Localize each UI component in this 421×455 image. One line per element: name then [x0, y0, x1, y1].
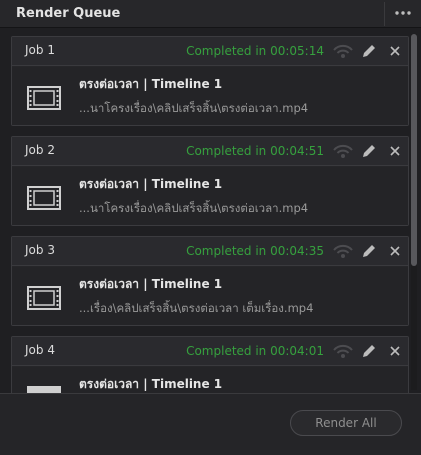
job-card[interactable]: Job 1 Completed in 00:05:14 ตรงต่อเวลา |… — [11, 36, 409, 126]
scrollbar-thumb[interactable] — [411, 34, 417, 266]
close-icon[interactable] — [389, 245, 401, 257]
job-card[interactable]: Job 2 Completed in 00:04:51 ตรงต่อเวลา |… — [11, 136, 409, 226]
remote-render-icon[interactable] — [332, 342, 354, 360]
job-body: ตรงต่อเวลา | Timeline 1 — [12, 367, 408, 393]
panel-footer: Render All — [0, 393, 421, 455]
job-status: Completed in 00:04:01 — [186, 344, 324, 358]
job-name: Job 1 — [25, 43, 55, 57]
close-icon[interactable] — [389, 145, 401, 157]
job-header: Job 1 Completed in 00:05:14 — [12, 37, 408, 66]
pencil-icon[interactable] — [361, 343, 377, 359]
more-options-icon[interactable] — [393, 6, 413, 20]
close-icon[interactable] — [389, 45, 401, 57]
film-strip-icon — [27, 86, 61, 110]
job-status: Completed in 00:04:35 — [186, 244, 324, 258]
job-body: ตรงต่อเวลา | Timeline 1 ...นาโครงเรื่อง\… — [12, 67, 408, 125]
film-strip-icon — [27, 386, 61, 393]
job-name: Job 4 — [25, 343, 55, 357]
job-header: Job 3 Completed in 00:04:35 — [12, 237, 408, 266]
job-header: Job 4 Completed in 00:04:01 — [12, 337, 408, 366]
close-icon[interactable] — [389, 345, 401, 357]
job-header: Job 2 Completed in 00:04:51 — [12, 137, 408, 166]
job-title: ตรงต่อเวลา | Timeline 1 — [79, 277, 223, 291]
job-name: Job 3 — [25, 243, 55, 257]
job-title: ตรงต่อเวลา | Timeline 1 — [79, 377, 223, 391]
job-status: Completed in 00:04:51 — [186, 144, 324, 158]
panel-header: Render Queue — [0, 0, 421, 28]
pencil-icon[interactable] — [361, 243, 377, 259]
job-path: ...นาโครงเรื่อง\คลิปเสร็จสิ้น\ตรงต่อเวลา… — [79, 101, 309, 115]
job-card[interactable]: Job 3 Completed in 00:04:35 ตรงต่อเวลา |… — [11, 236, 409, 326]
film-strip-icon — [27, 186, 61, 210]
pencil-icon[interactable] — [361, 143, 377, 159]
job-list: Job 1 Completed in 00:05:14 ตรงต่อเวลา |… — [0, 28, 421, 393]
remote-render-icon[interactable] — [332, 142, 354, 160]
header-divider — [384, 2, 385, 26]
render-all-button[interactable]: Render All — [290, 410, 402, 436]
job-path: ...นาโครงเรื่อง\คลิปเสร็จสิ้น\ตรงต่อเวลา… — [79, 201, 309, 215]
job-card[interactable]: Job 4 Completed in 00:04:01 ตรงต่อเวลา |… — [11, 336, 409, 393]
panel-title: Render Queue — [16, 6, 121, 21]
job-body: ตรงต่อเวลา | Timeline 1 ...นาโครงเรื่อง\… — [12, 167, 408, 225]
job-name: Job 2 — [25, 143, 55, 157]
job-body: ตรงต่อเวลา | Timeline 1 ...เรื่อง\คลิปเส… — [12, 267, 408, 325]
job-path: ...เรื่อง\คลิปเสร็จสิ้น\ตรงต่อเวลา เต็มเ… — [79, 301, 314, 315]
remote-render-icon[interactable] — [332, 42, 354, 60]
film-strip-icon — [27, 286, 61, 310]
remote-render-icon[interactable] — [332, 242, 354, 260]
job-status: Completed in 00:05:14 — [186, 44, 324, 58]
pencil-icon[interactable] — [361, 43, 377, 59]
job-title: ตรงต่อเวลา | Timeline 1 — [79, 177, 223, 191]
job-title: ตรงต่อเวลา | Timeline 1 — [79, 77, 223, 91]
